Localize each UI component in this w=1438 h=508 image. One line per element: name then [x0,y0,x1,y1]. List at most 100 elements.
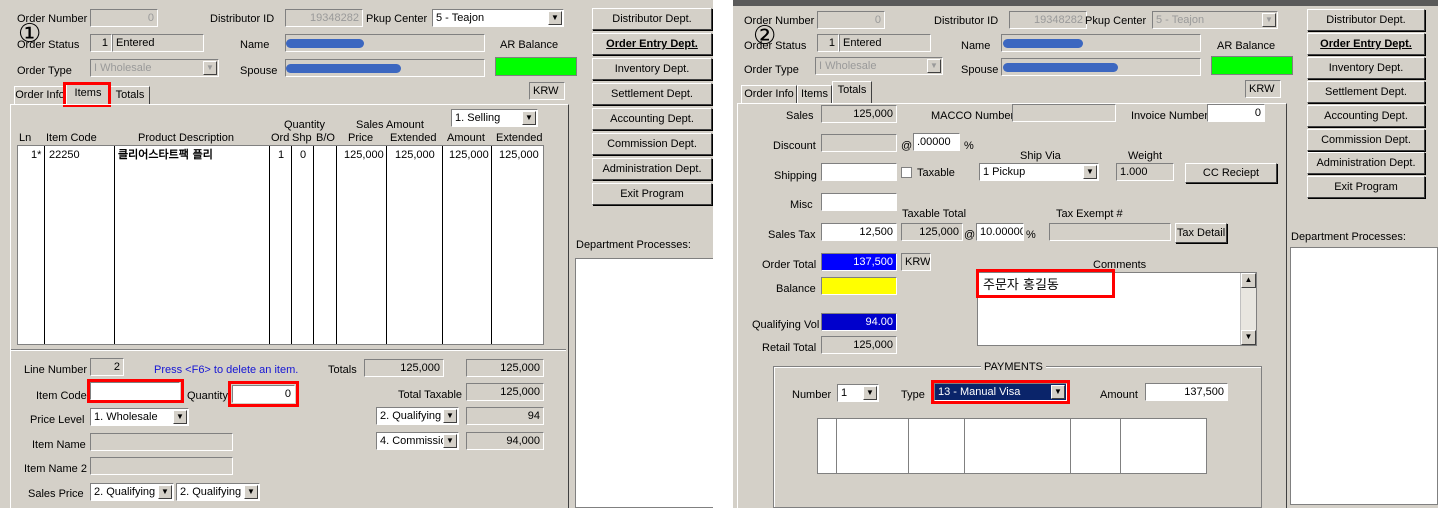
discount-label: Discount [773,140,816,152]
accounting-dept-button[interactable]: Accounting Dept. [592,108,712,130]
commission-dept-button[interactable]: Commission Dept. [592,133,712,155]
scroll-down-icon[interactable]: ▼ [1241,330,1256,345]
taxable-label: Taxable [917,167,955,179]
right-screenshot-panel: ② Order Number 0 Distributor ID 19348282… [733,0,1438,508]
pkup-center-select[interactable]: 5 - Teajon ▼ [432,9,564,27]
qualifying-select[interactable]: 2. Qualifying ▼ [376,407,459,425]
pkup-center-select[interactable]: 5 - Teajon ▼ [1152,11,1278,29]
retail-total-label: Retail Total [762,342,817,354]
order-status-label: Order Status [744,40,807,52]
ar-balance-indicator [495,57,577,76]
tax-rate-at: @ [964,229,976,241]
misc-field[interactable] [821,193,897,211]
tax-detail-button[interactable]: Tax Detail [1175,223,1227,243]
administration-dept-button[interactable]: Administration Dept. [1307,152,1425,174]
comments-highlight [976,269,1115,298]
exit-program-button[interactable]: Exit Program [592,183,712,205]
ship-via-label: Ship Via [1020,150,1061,162]
invoice-field[interactable]: 0 [1207,104,1265,122]
inventory-dept-button[interactable]: Inventory Dept. [1307,57,1425,79]
payment-amount-field[interactable]: 137,500 [1145,383,1228,401]
col-price: Price [348,132,374,144]
order-type-select[interactable]: I Wholesale ▼ [90,59,219,77]
accounting-dept-button[interactable]: Accounting Dept. [1307,105,1425,127]
redacted-spouse [1003,63,1118,72]
department-processes-label: Department Processes: [1291,231,1406,243]
tab-items[interactable]: Items [797,85,832,103]
chevron-down-icon: ▼ [443,434,457,448]
order-entry-dept-button[interactable]: Order Entry Dept. [592,33,712,55]
distributor-id-field[interactable]: 19348282 [285,9,363,27]
top-strip [733,0,1438,6]
chevron-down-icon: ▼ [173,410,187,424]
tax-rate-field[interactable]: 10.00000 [976,223,1024,241]
distributor-dept-button[interactable]: Distributor Dept. [592,8,712,30]
order-total-label: Order Total [762,259,817,271]
sales-label: Sales [786,110,814,122]
col-product-description: Product Description [138,132,234,144]
table-row[interactable]: 1* 22250 클리어스타트팩 플리 1 0 125,000 125,000 … [18,148,543,162]
settlement-dept-button[interactable]: Settlement Dept. [592,83,712,105]
sales-tax-field[interactable]: 12,500 [821,223,897,241]
discount-pct-sign: % [964,140,974,152]
shipping-field[interactable] [821,163,897,181]
tax-exempt-label: Tax Exempt # [1056,208,1123,220]
type-label: Type [901,389,925,401]
chevron-down-icon: ▼ [548,11,562,25]
ship-via-select[interactable]: 1 Pickup ▼ [979,163,1099,181]
qualifying-vol-field: 94.00 [821,313,897,331]
distributor-id-field[interactable]: 19348282 [1009,11,1087,29]
sales-price-select-1[interactable]: 2. Qualifying ▼ [90,483,174,501]
tax-exempt-field[interactable] [1049,223,1171,241]
commission-dept-button[interactable]: Commission Dept. [1307,129,1425,151]
col-extended: Extended [390,132,437,144]
order-number-field[interactable]: 0 [90,9,158,27]
item-code-label: Item Code [36,390,87,402]
macco-field[interactable] [1012,104,1116,122]
order-status-label: Order Status [17,39,80,51]
tab-totals[interactable]: Totals [110,86,150,104]
discount-at: @ [901,140,913,152]
price-type-select[interactable]: 1. Selling ▼ [451,109,538,127]
payments-grid[interactable] [817,418,1207,474]
item-name-label: Item Name [32,439,86,451]
order-entry-dept-button[interactable]: Order Entry Dept. [1307,33,1425,55]
shipping-label: Shipping [774,170,817,182]
cc-receipt-button[interactable]: CC Reciept [1185,163,1277,183]
discount-pct-field[interactable]: .00000 [913,133,960,151]
commission-value: 94,000 [466,432,544,450]
order-number-label: Order Number [17,13,88,25]
exit-program-button[interactable]: Exit Program [1307,176,1425,198]
items-grid[interactable]: 1* 22250 클리어스타트팩 플리 1 0 125,000 125,000 … [17,145,544,345]
distributor-dept-button[interactable]: Distributor Dept. [1307,9,1425,31]
discount-field[interactable] [821,134,897,152]
totals-label: Totals [328,364,357,376]
cell-price: 125,000 [344,149,384,161]
item-name-field [90,433,233,451]
inventory-dept-button[interactable]: Inventory Dept. [592,58,712,80]
cell-ln: 1* [31,149,42,161]
administration-dept-button[interactable]: Administration Dept. [592,158,712,180]
order-type-label: Order Type [744,64,799,76]
order-number-field[interactable]: 0 [817,11,885,29]
col-ord: Ord [271,132,290,144]
sales-price-label: Sales Price [28,488,84,500]
sales-field: 125,000 [821,105,897,123]
settlement-dept-button[interactable]: Settlement Dept. [1307,81,1425,103]
department-processes-list[interactable] [1290,247,1438,505]
line-number-field: 2 [90,358,124,376]
tab-order-info[interactable]: Order Info [741,85,797,103]
sales-price-select-2[interactable]: 2. Qualifying ▼ [176,483,260,501]
commission-select[interactable]: 4. Commission ▼ [376,432,459,450]
price-level-select[interactable]: 1. Wholesale ▼ [90,408,189,426]
comments-scrollbar[interactable]: ▲ ▼ [1240,273,1256,345]
scroll-up-icon[interactable]: ▲ [1241,273,1256,288]
name-label: Name [961,40,991,52]
payment-number-select[interactable]: 1 ▼ [837,384,879,402]
taxable-checkbox[interactable] [901,167,912,178]
redacted-name [286,39,364,48]
department-processes-list[interactable] [575,258,713,508]
tab-totals[interactable]: Totals [832,81,872,103]
tab-order-info[interactable]: Order Info [14,86,66,104]
order-type-select[interactable]: I Wholesale ▼ [815,57,943,75]
